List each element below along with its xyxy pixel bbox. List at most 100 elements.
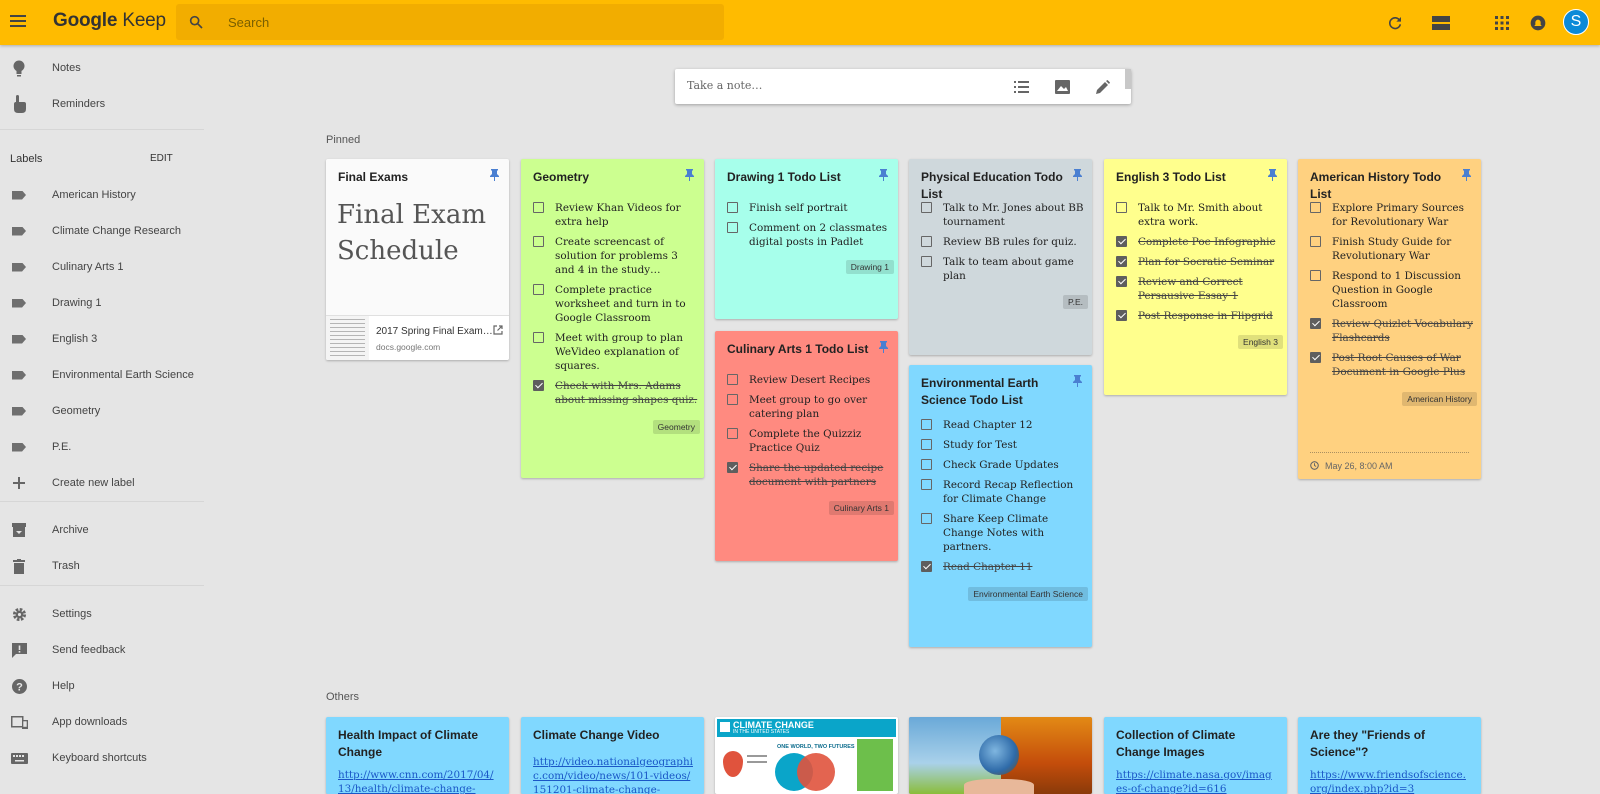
- checklist-item[interactable]: Finish Study Guide for Revolutionary War: [1310, 235, 1475, 263]
- checklist-item-checked[interactable]: Check with Mrs. Adams about missing shap…: [533, 379, 698, 407]
- checklist-item[interactable]: Comment on 2 classmates digital posts in…: [727, 221, 892, 249]
- checkbox[interactable]: [727, 374, 738, 385]
- refresh-icon[interactable]: [1384, 12, 1406, 34]
- checklist-item[interactable]: Review Khan Videos for extra help: [533, 201, 698, 229]
- note-final-exams[interactable]: Final Exams Final Exam Schedule 2017 Spr…: [326, 159, 509, 360]
- sidebar-item-keyboard-shortcuts[interactable]: Keyboard shortcuts: [0, 743, 204, 773]
- checklist-item[interactable]: Review Desert Recipes: [727, 373, 892, 387]
- note-label-chip[interactable]: P.E.: [1063, 295, 1088, 309]
- checkbox-checked[interactable]: [1310, 352, 1321, 363]
- sidebar-item-label-pe[interactable]: P.E.: [0, 432, 204, 462]
- checklist-item[interactable]: Create screencast of solution for proble…: [533, 235, 698, 277]
- pin-icon[interactable]: [685, 168, 694, 186]
- checklist-item[interactable]: Talk to Mr. Smith about extra work.: [1116, 201, 1281, 229]
- checkbox-checked[interactable]: [533, 380, 544, 391]
- checklist-item-checked[interactable]: Review Quizlet Vocabulary Flashcards: [1310, 317, 1475, 345]
- sidebar-item-label-environmental-earth-science[interactable]: Environmental Earth Science: [0, 360, 204, 390]
- note-label-chip[interactable]: Environmental Earth Science: [968, 587, 1088, 601]
- create-new-label-button[interactable]: Create new label: [0, 468, 204, 498]
- sidebar-item-label-culinary-arts[interactable]: Culinary Arts 1: [0, 252, 204, 282]
- note-geometry[interactable]: Geometry Review Khan Videos for extra he…: [521, 159, 704, 478]
- checklist-item[interactable]: Meet with group to plan WeVideo explanat…: [533, 331, 698, 373]
- checklist-item[interactable]: Meet group to go over catering plan: [727, 393, 892, 421]
- checkbox-checked[interactable]: [1116, 256, 1127, 267]
- pin-icon[interactable]: [879, 168, 888, 186]
- list-view-icon[interactable]: [1430, 12, 1452, 34]
- note-link[interactable]: http://video.nationalgeographic.com/vide…: [533, 755, 693, 794]
- checklist-item[interactable]: Talk to Mr. Jones about BB tournament: [921, 201, 1086, 229]
- take-note-placeholder[interactable]: Take a note…: [687, 79, 762, 92]
- checkbox[interactable]: [533, 236, 544, 247]
- checklist-item[interactable]: Check Grade Updates: [921, 458, 1086, 472]
- checkbox-checked[interactable]: [727, 462, 738, 473]
- sidebar-item-label-drawing[interactable]: Drawing 1: [0, 288, 204, 318]
- sidebar-item-label-english[interactable]: English 3: [0, 324, 204, 354]
- note-climate-infographic[interactable]: CLIMATE CHANGE IN THE UNITED STATES ONE …: [715, 717, 898, 794]
- apps-grid-icon[interactable]: [1491, 12, 1513, 34]
- note-drawing[interactable]: Drawing 1 Todo List Finish self portrait…: [715, 159, 898, 319]
- sidebar-item-trash[interactable]: Trash: [0, 551, 204, 581]
- checkbox[interactable]: [921, 419, 932, 430]
- note-english[interactable]: English 3 Todo List Talk to Mr. Smith ab…: [1104, 159, 1287, 395]
- checkbox-checked[interactable]: [1310, 318, 1321, 329]
- checkbox[interactable]: [727, 202, 738, 213]
- checkbox[interactable]: [727, 394, 738, 405]
- note-label-chip[interactable]: English 3: [1238, 335, 1283, 349]
- search-input[interactable]: [228, 4, 708, 40]
- take-a-note-bar[interactable]: Take a note…: [675, 69, 1131, 104]
- note-label-chip[interactable]: Geometry: [652, 420, 700, 434]
- sidebar-item-notes[interactable]: Notes: [0, 53, 204, 83]
- checkbox[interactable]: [1310, 202, 1321, 213]
- checkbox-checked[interactable]: [1116, 310, 1127, 321]
- checkbox[interactable]: [1116, 202, 1127, 213]
- checklist-item[interactable]: Complete practice worksheet and turn in …: [533, 283, 698, 325]
- note-american-history[interactable]: American History Todo List Explore Prima…: [1298, 159, 1481, 479]
- take-note-scrollbar[interactable]: [1125, 69, 1131, 89]
- checklist-item[interactable]: Respond to 1 Discussion Question in Goog…: [1310, 269, 1475, 311]
- note-label-chip[interactable]: American History: [1402, 392, 1477, 406]
- notifications-bell-icon[interactable]: [1527, 12, 1549, 34]
- checkbox[interactable]: [1310, 236, 1321, 247]
- checklist-item-checked[interactable]: Complete Poe Infographic: [1116, 235, 1281, 249]
- checklist-item[interactable]: Talk to team about game plan: [921, 255, 1086, 283]
- main-menu-icon[interactable]: [10, 12, 26, 32]
- checklist-item[interactable]: Record Recap Reflection for Climate Chan…: [921, 478, 1086, 506]
- labels-edit-button[interactable]: EDIT: [150, 153, 173, 164]
- new-image-note-icon[interactable]: [1053, 78, 1071, 96]
- checklist-item-checked[interactable]: Share the updated recipe document with p…: [727, 461, 892, 489]
- app-logo[interactable]: Google Keep: [53, 10, 166, 32]
- pin-icon[interactable]: [1462, 168, 1471, 186]
- checklist-item-checked[interactable]: Plan for Socratic Seminar: [1116, 255, 1281, 269]
- note-link[interactable]: https://climate.nasa.gov/images-of-chang…: [1116, 768, 1276, 794]
- checkbox[interactable]: [921, 202, 932, 213]
- checkbox[interactable]: [727, 222, 738, 233]
- new-list-icon[interactable]: [1012, 78, 1030, 96]
- note-link[interactable]: https://www.friendsofscience.org/index.p…: [1310, 768, 1470, 794]
- note-health-impact[interactable]: Health Impact of Climate Change http://w…: [326, 717, 509, 794]
- note-culinary-arts[interactable]: Culinary Arts 1 Todo List Review Desert …: [715, 331, 898, 561]
- open-external-icon[interactable]: [493, 322, 503, 340]
- note-friends-of-science[interactable]: Are they "Friends of Science"? https://w…: [1298, 717, 1481, 794]
- sidebar-item-label-american-history[interactable]: American History: [0, 180, 204, 210]
- checklist-item-checked[interactable]: Review and Correct Persausive Essay 1: [1116, 275, 1281, 303]
- sidebar-item-app-downloads[interactable]: App downloads: [0, 707, 204, 737]
- search-icon[interactable]: [188, 14, 204, 35]
- attached-doc[interactable]: 2017 Spring Final Exam… docs.google.com: [326, 315, 509, 360]
- checkbox[interactable]: [921, 479, 932, 490]
- pin-icon[interactable]: [879, 340, 888, 358]
- checkbox-checked[interactable]: [1116, 276, 1127, 287]
- checklist-item[interactable]: Share Keep Climate Change Notes with par…: [921, 512, 1086, 554]
- note-climate-change-video[interactable]: Climate Change Video http://video.nation…: [521, 717, 704, 794]
- sidebar-item-settings[interactable]: Settings: [0, 599, 204, 629]
- pin-icon[interactable]: [490, 168, 499, 186]
- checkbox[interactable]: [533, 284, 544, 295]
- note-physical-education[interactable]: Physical Education Todo List Talk to Mr.…: [909, 159, 1092, 355]
- checklist-item-checked[interactable]: Post Root Causes of War Document in Goog…: [1310, 351, 1475, 379]
- checklist-item-checked[interactable]: Post Response in Flipgrid: [1116, 309, 1281, 323]
- checkbox[interactable]: [921, 256, 932, 267]
- checklist-item[interactable]: Complete the Quizziz Practice Quiz: [727, 427, 892, 455]
- note-climate-images[interactable]: Collection of Climate Change Images http…: [1104, 717, 1287, 794]
- sidebar-item-help[interactable]: ? Help: [0, 671, 204, 701]
- checkbox-checked[interactable]: [921, 561, 932, 572]
- pin-icon[interactable]: [1073, 168, 1082, 186]
